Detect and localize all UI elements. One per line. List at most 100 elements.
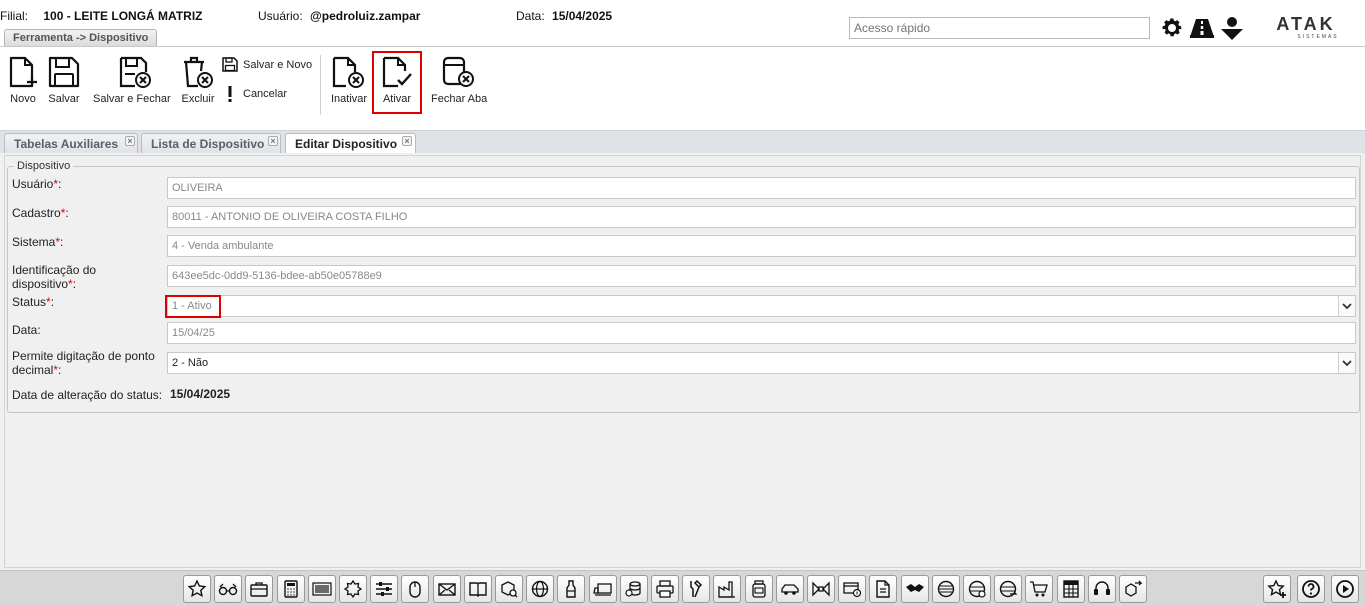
atak-logo: ATAK SISTEMAS bbox=[1258, 14, 1354, 40]
chevron-down-icon[interactable] bbox=[1338, 296, 1355, 316]
sistema-label: Sistema*: bbox=[12, 235, 64, 249]
badge-icon[interactable] bbox=[339, 575, 367, 603]
dispositivo-fieldset: Dispositivo bbox=[7, 160, 1360, 413]
data-field[interactable]: 15/04/25 bbox=[167, 322, 1356, 344]
filial-value: 100 - LEITE LONGÁ MATRIZ bbox=[43, 9, 203, 23]
data-alteracao-value: 15/04/2025 bbox=[170, 387, 231, 401]
globe-arrows-icon[interactable] bbox=[994, 575, 1023, 603]
printer-icon[interactable] bbox=[651, 575, 679, 603]
svg-text:SISTEMAS: SISTEMAS bbox=[1297, 34, 1338, 40]
close-icon[interactable]: × bbox=[268, 136, 278, 146]
user-profile-icon[interactable] bbox=[1219, 15, 1245, 41]
new-document-icon bbox=[9, 56, 37, 88]
mail-icon[interactable] bbox=[432, 575, 461, 603]
usuario-label: Usuário*: bbox=[12, 177, 62, 191]
salvar-fechar-button[interactable]: Salvar e Fechar bbox=[93, 55, 171, 105]
cadastro-field[interactable]: 80011 - ANTONIO DE OLIVEIRA COSTA FILHO bbox=[167, 206, 1356, 228]
identificacao-label: Identificação do dispositivo*: bbox=[12, 263, 97, 291]
fechar-aba-button[interactable]: Fechar Aba bbox=[431, 55, 487, 105]
app-window: Filial: 100 - LEITE LONGÁ MATRIZ Usuário… bbox=[0, 0, 1365, 606]
usuario-value: @pedroluiz.zampar bbox=[310, 9, 421, 23]
svg-text:ATAK: ATAK bbox=[1276, 14, 1335, 34]
close-icon[interactable]: × bbox=[402, 136, 412, 146]
star-icon[interactable] bbox=[183, 575, 211, 603]
sliders-icon[interactable] bbox=[370, 575, 399, 603]
quick-access-input[interactable] bbox=[849, 17, 1150, 39]
box-search-icon[interactable] bbox=[495, 575, 523, 603]
breadcrumb-tab[interactable]: Ferramenta -> Dispositivo bbox=[4, 29, 158, 47]
status-highlight bbox=[165, 295, 221, 318]
close-icon[interactable]: × bbox=[125, 136, 135, 146]
bottle-icon[interactable] bbox=[557, 575, 586, 603]
date-info: Data: 15/04/2025 bbox=[516, 9, 612, 23]
cart-icon[interactable] bbox=[1025, 575, 1054, 603]
card-money-icon[interactable] bbox=[838, 575, 867, 603]
tab-lista-dispositivo[interactable]: Lista de Dispositivo × bbox=[141, 133, 281, 154]
glasses-icon[interactable] bbox=[214, 575, 243, 603]
permite-decimal-value: 2 - Não bbox=[172, 357, 209, 369]
data-alteracao-label: Data de alteração do status: bbox=[12, 388, 163, 402]
content-area: Dispositivo Usuário*: OLIVEIRA Cadastro*… bbox=[0, 153, 1365, 570]
cancelar-button[interactable]: Cancelar bbox=[222, 85, 287, 103]
globe-icon[interactable] bbox=[526, 575, 555, 603]
inativar-button[interactable]: Inativar bbox=[331, 55, 367, 105]
save-small-icon bbox=[222, 57, 238, 72]
book-icon[interactable] bbox=[463, 575, 492, 603]
barcode-icon[interactable] bbox=[307, 575, 336, 603]
excluir-button[interactable]: Excluir bbox=[181, 55, 215, 105]
globe-settings-icon[interactable] bbox=[963, 575, 991, 603]
calculator-icon[interactable] bbox=[276, 575, 305, 603]
chevron-down-icon[interactable] bbox=[1338, 353, 1355, 373]
permite-decimal-label: Permite digitação de ponto decimal*: bbox=[12, 349, 155, 377]
bottom-dock bbox=[0, 570, 1365, 606]
road-icon[interactable] bbox=[1189, 15, 1215, 41]
car-icon[interactable] bbox=[775, 575, 804, 603]
date-value: 15/04/2025 bbox=[552, 9, 613, 23]
toolbar-separator bbox=[320, 55, 321, 115]
tab-editar-dispositivo[interactable]: Editar Dispositivo × bbox=[285, 133, 416, 154]
exclamation-icon bbox=[228, 86, 232, 102]
document-deactivate-icon bbox=[332, 56, 365, 88]
globe-lines-icon[interactable] bbox=[931, 575, 960, 603]
help-icon[interactable] bbox=[1297, 575, 1325, 603]
factory-icon[interactable] bbox=[713, 575, 742, 603]
usuario-field[interactable]: OLIVEIRA bbox=[167, 177, 1356, 199]
settings-gear-icon[interactable] bbox=[1159, 15, 1185, 41]
jar-icon[interactable] bbox=[744, 575, 773, 603]
save-floppy-icon bbox=[48, 56, 80, 88]
boxes-arrow-icon[interactable] bbox=[1119, 575, 1147, 603]
star-add-icon[interactable] bbox=[1263, 575, 1291, 603]
coins-icon[interactable] bbox=[619, 575, 648, 603]
truck-box-icon[interactable] bbox=[588, 575, 617, 603]
cadastro-label: Cadastro*: bbox=[12, 206, 69, 220]
document-icon[interactable] bbox=[869, 575, 898, 603]
top-header: Filial: 100 - LEITE LONGÁ MATRIZ Usuário… bbox=[0, 0, 1365, 47]
tools-icon[interactable] bbox=[682, 575, 711, 603]
action-toolbar: Novo Salvar Salvar e Fechar Excluir Salv… bbox=[0, 47, 1365, 130]
close-tab-icon bbox=[443, 56, 475, 87]
save-close-icon bbox=[119, 56, 151, 88]
trash-delete-icon bbox=[184, 56, 213, 88]
headset-icon[interactable] bbox=[1087, 575, 1116, 603]
permite-decimal-select[interactable]: 2 - Não bbox=[167, 352, 1356, 374]
mouse-icon[interactable] bbox=[401, 575, 430, 603]
handshake-icon[interactable] bbox=[900, 575, 929, 603]
ativar-highlight bbox=[372, 51, 422, 114]
play-icon[interactable] bbox=[1331, 575, 1359, 603]
novo-button[interactable]: Novo bbox=[8, 55, 38, 105]
bowtie-icon[interactable] bbox=[807, 575, 835, 603]
data-label: Data: bbox=[12, 323, 41, 337]
tab-tabelas-auxiliares[interactable]: Tabelas Auxiliares × bbox=[4, 133, 138, 154]
status-label: Status*: bbox=[12, 295, 55, 309]
date-label: Data: bbox=[516, 9, 545, 23]
salvar-novo-button[interactable]: Salvar e Novo bbox=[222, 57, 312, 72]
identificacao-field[interactable]: 643ee5dc-0dd9-5136-bdee-ab50e05788e9 bbox=[167, 265, 1356, 287]
salvar-button[interactable]: Salvar bbox=[48, 55, 80, 105]
sistema-field[interactable]: 4 - Venda ambulante bbox=[167, 235, 1356, 257]
fieldset-legend: Dispositivo bbox=[14, 160, 74, 172]
usuario-info: Usuário: @pedroluiz.zampar bbox=[258, 9, 420, 23]
filial-label: Filial: bbox=[0, 9, 29, 23]
spreadsheet-icon[interactable] bbox=[1056, 575, 1085, 603]
status-select[interactable]: 1 - Ativo bbox=[167, 295, 1356, 317]
briefcase-icon[interactable] bbox=[245, 575, 274, 603]
